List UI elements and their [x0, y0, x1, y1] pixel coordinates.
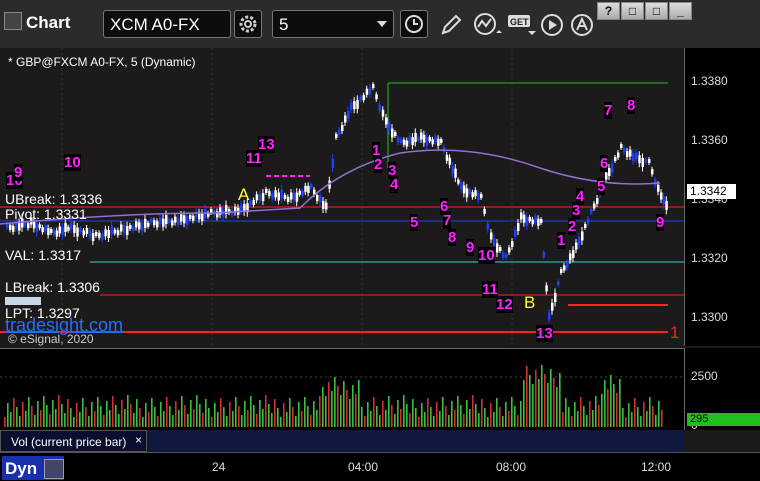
play-icon[interactable]: [538, 11, 566, 39]
seq-count-4: 13: [258, 136, 275, 153]
pivot-label: Pivot: 1.3331: [5, 206, 87, 222]
volume-study-tab[interactable]: Vol (current price bar) ×: [0, 430, 147, 452]
time-axis[interactable]: Dyn 24 04:00 08:00 12:00: [0, 452, 760, 481]
seq-count-2: 10: [64, 154, 81, 171]
price-tick-4: 1.3320: [691, 251, 728, 265]
time-tick-1200: 12:00: [641, 460, 672, 474]
seq-count-9: 5: [410, 214, 419, 231]
clock-icon[interactable]: [400, 10, 428, 38]
copyright-text: © eSignal, 2020: [8, 332, 94, 346]
seq-count-21: 4: [576, 188, 585, 205]
marker-a: A: [238, 185, 250, 204]
price-tick-1: 1.3380: [691, 74, 728, 88]
alert-icon[interactable]: [568, 11, 596, 39]
window-title: Chart: [4, 12, 70, 33]
svg-text:GET: GET: [510, 17, 529, 27]
maximize-button[interactable]: □: [645, 2, 668, 20]
chart-window: Chart XCM A0-FX 5 GET ? □ □ _ * GBP@FXCM…: [0, 0, 760, 481]
seq-count-13: 9: [466, 239, 475, 256]
lbreak-label: LBreak: 1.3306: [5, 279, 100, 295]
window-title-text: Chart: [26, 13, 71, 32]
restore-button[interactable]: □: [621, 2, 644, 20]
seq-count-14: 10: [478, 247, 495, 264]
seq-count-16: 12: [496, 296, 513, 313]
current-price-badge: 1.3342: [687, 184, 736, 199]
seq-count-19: 2: [568, 218, 577, 235]
seq-count-8: 4: [390, 176, 399, 193]
marker-one: 1: [670, 323, 680, 342]
seq-count-24: 7: [604, 102, 613, 119]
volume-study-bar: Vol (current price bar) ×: [0, 430, 684, 452]
minimize-button[interactable]: _: [669, 2, 692, 20]
symbol-combo[interactable]: XCM A0-FX: [103, 10, 231, 38]
symbol-value: XCM A0-FX: [110, 15, 200, 34]
price-tick-2: 1.3360: [691, 133, 728, 147]
seq-count-23: 6: [600, 155, 609, 172]
volume-study-label: Vol (current price bar): [11, 435, 127, 449]
seq-count-25: 8: [627, 97, 636, 114]
seq-count-6: 2: [374, 156, 383, 173]
seq-count-26: 9: [656, 214, 665, 231]
time-tick-0800: 08:00: [496, 460, 527, 474]
price-chart[interactable]: * GBP@FXCM A0-FX, 5 (Dynamic) UBreak: 1.…: [0, 48, 684, 346]
pencil-icon[interactable]: [437, 11, 465, 39]
marker-b: B: [524, 293, 536, 312]
val-label: VAL: 1.3317: [5, 247, 82, 263]
get-data-icon[interactable]: GET: [506, 11, 538, 39]
dyn-label: Dyn: [5, 459, 38, 478]
seq-count-1: 9: [14, 164, 23, 181]
volume-axis[interactable]: 2500 0 295: [684, 348, 760, 432]
volume-pane[interactable]: [0, 348, 684, 431]
lbreak-swatch: [5, 297, 41, 305]
current-volume-badge: 295: [687, 413, 760, 426]
help-button[interactable]: ?: [597, 2, 620, 20]
volume-canvas: [0, 365, 684, 427]
study-title: * GBP@FXCM A0-FX, 5 (Dynamic): [8, 55, 196, 69]
price-tick-5: 1.3300: [691, 310, 728, 324]
seq-count-17: 13: [536, 325, 553, 342]
interval-value: 5: [279, 15, 289, 34]
time-tick-24: 24: [212, 460, 226, 474]
price-axis[interactable]: 1.3380 1.3360 1.3340 1.3320 1.3300 1.334…: [684, 48, 760, 346]
vol-tick-2500: 2500: [691, 369, 718, 383]
seq-count-12: 8: [448, 229, 457, 246]
seq-count-18: 1: [557, 232, 566, 249]
link-icon: [44, 459, 64, 479]
dyn-button[interactable]: Dyn: [2, 456, 64, 480]
close-icon[interactable]: ×: [135, 433, 142, 447]
study-icon[interactable]: [472, 11, 504, 39]
settings-gear-icon[interactable]: [234, 10, 262, 38]
interval-combo[interactable]: 5: [272, 10, 394, 38]
chevron-down-icon: [377, 21, 387, 27]
chart-window-icon: [4, 12, 22, 30]
seq-count-22: 5: [597, 178, 606, 195]
seq-count-11: 7: [443, 212, 452, 229]
ubreak-label: UBreak: 1.3336: [5, 191, 103, 207]
toolbar: Chart XCM A0-FX 5 GET ? □ □ _: [0, 0, 760, 49]
time-tick-0400: 04:00: [348, 460, 379, 474]
